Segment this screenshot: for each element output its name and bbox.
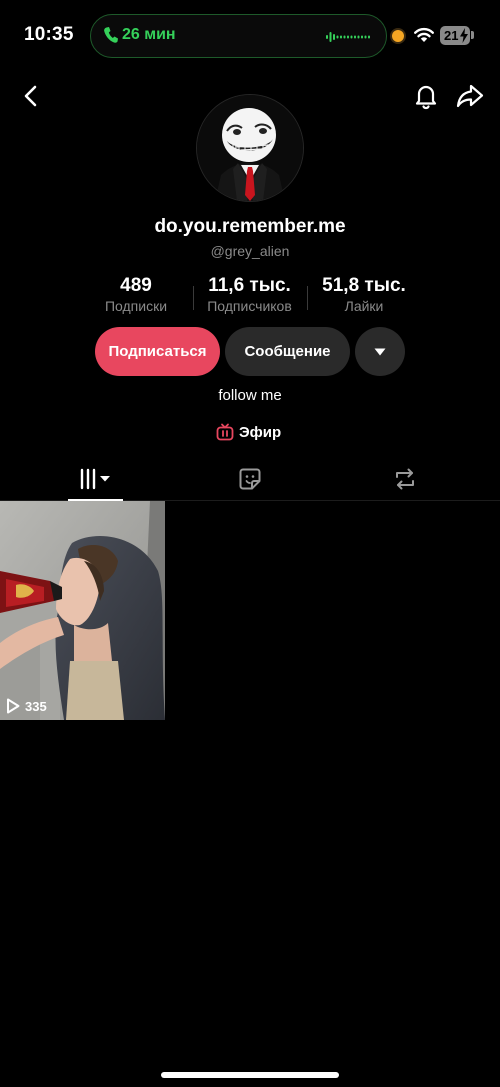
repost-icon — [396, 468, 414, 490]
video-view-count: 335 — [6, 698, 47, 714]
likes-count: 51,8 тыс. — [322, 275, 406, 296]
tab-videos[interactable] — [68, 458, 123, 501]
profile-username: @grey_alien — [210, 243, 290, 259]
charging-bolt-icon — [460, 28, 468, 43]
following-label: Подписки — [104, 298, 168, 314]
status-time: 10:35 — [24, 24, 74, 45]
battery-tip — [471, 31, 474, 39]
profile-tabs — [0, 458, 500, 501]
grid-icon — [80, 468, 110, 490]
stat-followers[interactable]: 11,6 тыс. Подписчиков — [197, 275, 302, 314]
wifi-icon — [414, 27, 434, 42]
caret-down-icon — [374, 348, 386, 355]
call-duration: 26 мин — [122, 26, 176, 43]
home-indicator[interactable] — [161, 1072, 339, 1078]
live-tv-icon — [216, 423, 234, 441]
battery-level: 21 — [444, 28, 459, 43]
message-button[interactable]: Сообщение — [225, 327, 350, 376]
sticker-icon — [239, 468, 261, 490]
stat-divider — [307, 286, 308, 310]
more-options-button[interactable] — [355, 327, 405, 376]
tab-reposts[interactable] — [380, 458, 430, 500]
video-thumbnail[interactable]: 335 — [0, 501, 165, 720]
stat-following[interactable]: 489 Подписки — [94, 275, 178, 314]
likes-label: Лайки — [344, 298, 384, 314]
video-thumbnail-image — [0, 501, 165, 720]
profile-bio: follow me — [218, 387, 282, 404]
live-link[interactable]: Эфир — [216, 422, 281, 442]
stat-divider — [193, 286, 194, 310]
audio-waveform-icon — [326, 32, 370, 42]
play-icon — [7, 698, 20, 714]
share-icon[interactable] — [455, 81, 485, 111]
avatar[interactable] — [196, 94, 304, 202]
following-count: 489 — [120, 275, 152, 296]
phone-icon — [104, 27, 118, 43]
privacy-indicator-dot — [392, 30, 404, 42]
active-call-pill[interactable]: 26 мин — [90, 14, 387, 58]
battery-indicator: 21 — [440, 26, 470, 45]
notification-bell-icon[interactable] — [411, 81, 441, 111]
back-icon[interactable] — [18, 82, 46, 110]
tab-favorites[interactable] — [225, 458, 275, 500]
followers-count: 11,6 тыс. — [208, 275, 291, 296]
follow-button[interactable]: Подписаться — [95, 327, 220, 376]
stat-likes[interactable]: 51,8 тыс. Лайки — [314, 275, 414, 314]
live-label: Эфир — [239, 423, 282, 441]
view-count-text: 335 — [25, 698, 47, 714]
followers-label: Подписчиков — [207, 298, 292, 314]
trollface-avatar-image — [197, 95, 303, 201]
profile-display-name: do.you.remember.me — [154, 216, 346, 237]
